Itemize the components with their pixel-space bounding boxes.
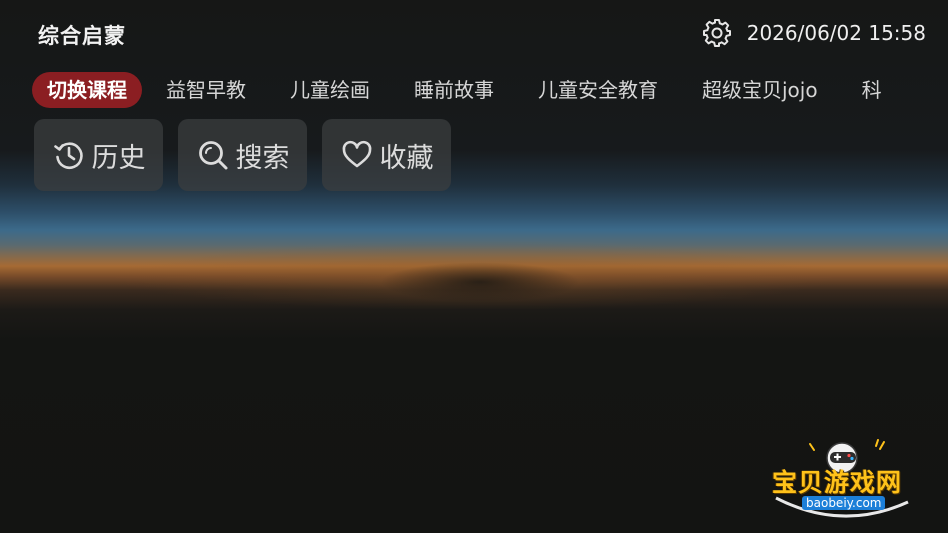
clock-datetime: 2026/06/02 15:58 (746, 21, 926, 45)
background-silhouette (380, 262, 580, 302)
watermark-logo: 宝贝游戏网 baobeiy.com (772, 438, 922, 528)
history-label: 历史 (91, 142, 146, 174)
search-icon (198, 141, 227, 170)
heart-icon (342, 140, 371, 168)
history-button[interactable]: 历史 (34, 119, 163, 191)
settings-button[interactable] (701, 17, 733, 49)
tab-switch-course[interactable]: 切换课程 (32, 72, 142, 108)
history-icon (53, 142, 83, 170)
watermark-text: 宝贝游戏网 (772, 468, 903, 497)
tab-super-baby-jojo[interactable]: 超级宝贝jojo (702, 72, 818, 108)
app-screen: 综合启蒙 2026/06/02 15:58 切换课程 益智早教 儿童绘画 睡前故… (0, 0, 948, 533)
course-tabs: 切换课程 益智早教 儿童绘画 睡前故事 儿童安全教育 超级宝贝jojo 科 (32, 72, 926, 108)
gear-icon (702, 19, 731, 47)
action-buttons: 历史 搜索 收藏 (34, 119, 451, 191)
page-title: 综合启蒙 (38, 24, 126, 48)
tab-kids-drawing[interactable]: 儿童绘画 (290, 72, 370, 108)
favorites-button[interactable]: 收藏 (322, 119, 451, 191)
favorites-label: 收藏 (379, 142, 434, 174)
tab-science-partial[interactable]: 科 (862, 72, 882, 108)
tab-puzzle-early-edu[interactable]: 益智早教 (166, 72, 246, 108)
search-label: 搜索 (235, 142, 290, 174)
watermark-url: baobeiy.com (802, 496, 886, 510)
tab-kids-safety[interactable]: 儿童安全教育 (538, 72, 658, 108)
tab-bedtime-stories[interactable]: 睡前故事 (414, 72, 494, 108)
status-bar: 2026/06/02 15:58 (701, 17, 926, 49)
search-button[interactable]: 搜索 (178, 119, 307, 191)
